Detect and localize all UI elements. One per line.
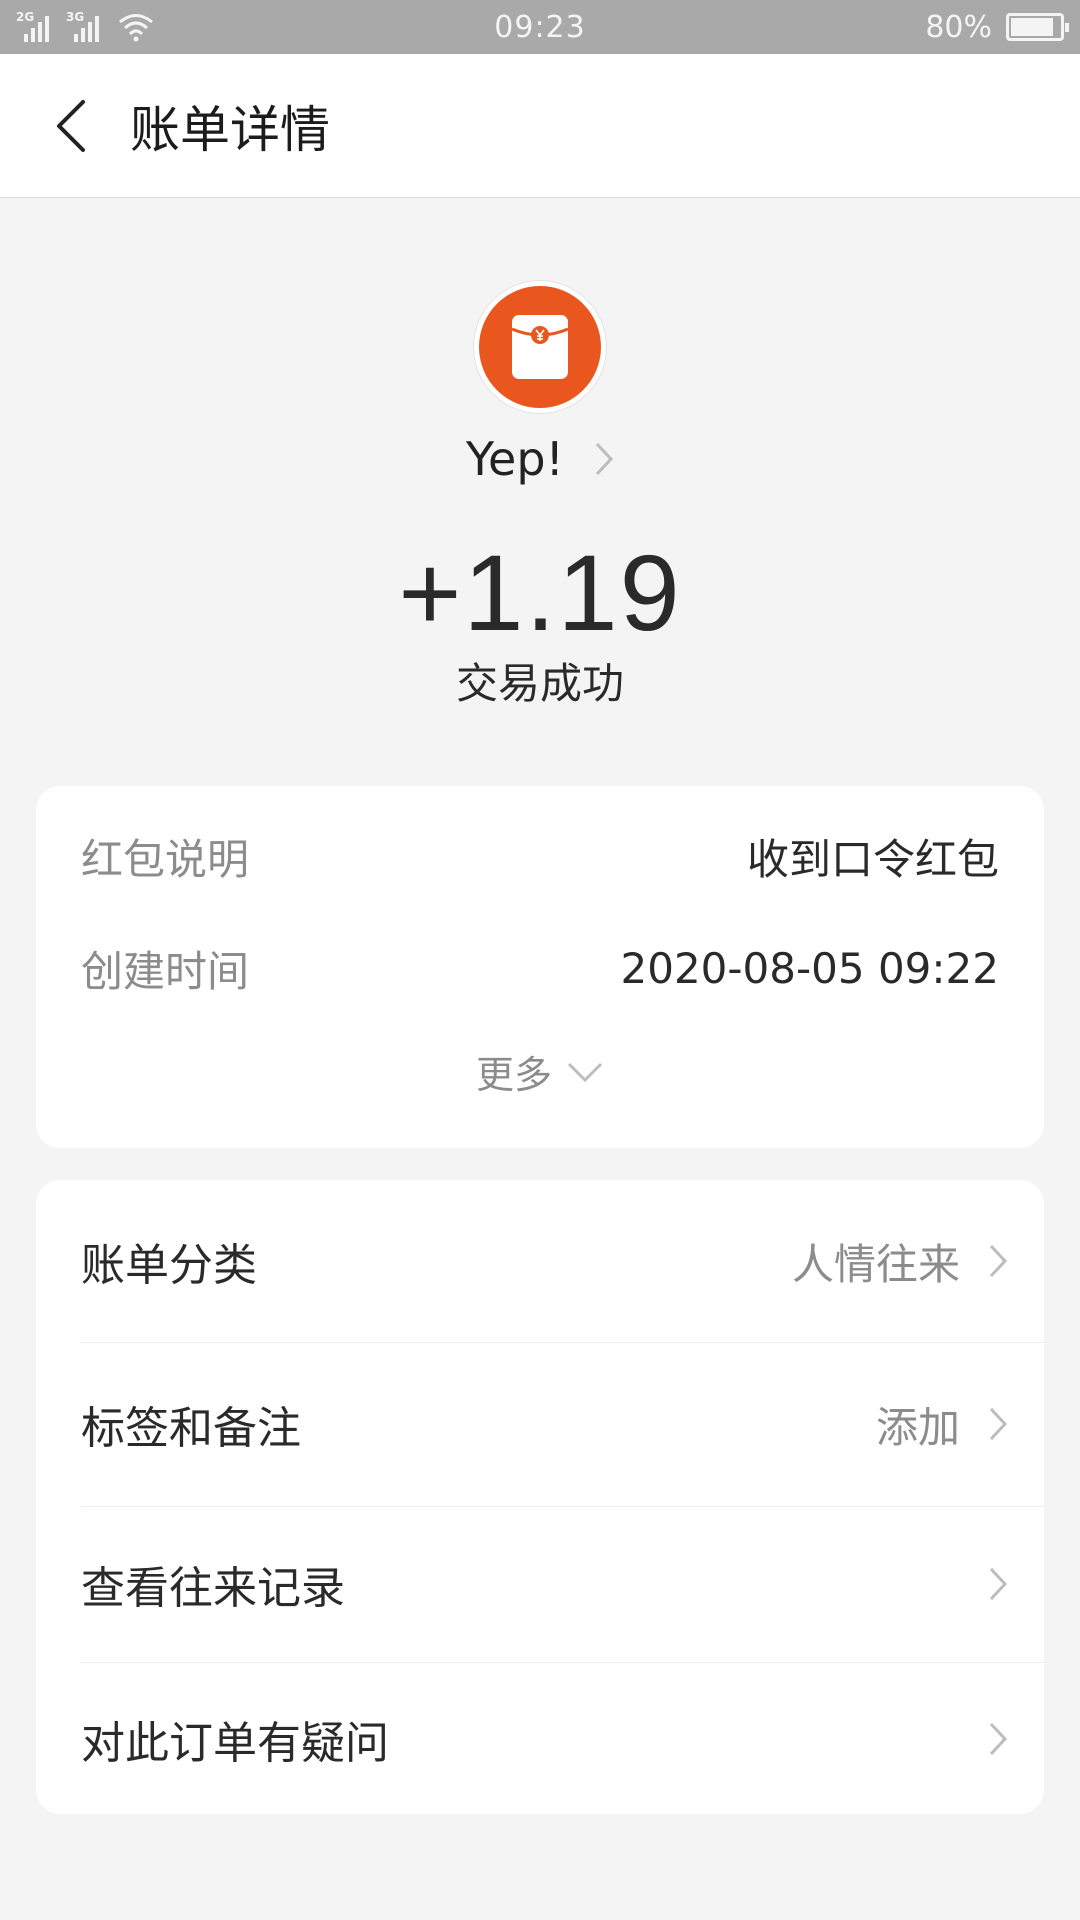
chevron-right-icon — [595, 442, 614, 476]
more-button[interactable]: 更多 — [36, 1044, 1044, 1099]
view-records-row[interactable]: 查看往来记录 — [36, 1507, 1044, 1661]
status-bar: 2G 3G 09:23 80% — [0, 0, 1080, 54]
back-arrow-icon — [57, 99, 85, 152]
chevron-right-icon — [989, 1722, 1008, 1755]
detail-value: 收到口令红包 — [746, 835, 999, 884]
signal-2g-icon: 2G — [16, 10, 56, 42]
details-card: 红包说明 收到口令红包 创建时间 2020-08-05 09:22 更多 — [36, 786, 1044, 1148]
amount: +1.19 — [398, 532, 682, 653]
payer-row[interactable]: Yep! — [0, 432, 1080, 486]
battery-percent: 80% — [925, 9, 992, 45]
order-question-row[interactable]: 对此订单有疑问 — [36, 1663, 1044, 1814]
actions-card: 账单分类 人情往来 标签和备注 添加 查看往来记录 对此订单有疑问 — [36, 1180, 1044, 1814]
header: 账单详情 — [0, 54, 1080, 198]
status-right: 80% — [925, 9, 1069, 45]
signal-3g-icon: 3G — [66, 10, 106, 42]
chevron-down-icon — [567, 1062, 603, 1082]
wifi-icon — [119, 14, 153, 42]
status-time: 09:23 — [494, 9, 586, 45]
list-value: 人情往来 — [791, 1239, 960, 1289]
detail-row-description: 红包说明 收到口令红包 — [81, 826, 999, 887]
chevron-right-icon — [989, 1567, 1008, 1601]
bill-category-row[interactable]: 账单分类 人情往来 — [36, 1180, 1044, 1342]
list-label: 对此订单有疑问 — [81, 1717, 389, 1769]
more-label: 更多 — [475, 1053, 552, 1097]
list-value: 添加 — [875, 1402, 960, 1452]
avatar[interactable] — [473, 280, 607, 414]
list-label: 标签和备注 — [81, 1403, 301, 1454]
detail-row-created-time: 创建时间 2020-08-05 09:22 — [81, 938, 999, 999]
battery-fill — [1011, 18, 1053, 36]
chevron-right-icon — [989, 1244, 1008, 1278]
payer-name: Yep! — [466, 432, 564, 486]
page-title: 账单详情 — [130, 100, 330, 159]
transaction-status: 交易成功 — [455, 659, 624, 708]
list-label: 查看往来记录 — [81, 1563, 345, 1614]
back-button[interactable] — [40, 96, 100, 156]
detail-label: 创建时间 — [81, 947, 250, 996]
chevron-right-icon — [989, 1407, 1008, 1441]
list-label: 账单分类 — [81, 1240, 257, 1291]
red-envelope-icon — [479, 286, 601, 408]
tags-notes-row[interactable]: 标签和备注 添加 — [36, 1343, 1044, 1505]
status-left: 2G 3G — [16, 10, 156, 42]
detail-value: 2020-08-05 09:22 — [620, 944, 999, 993]
detail-label: 红包说明 — [81, 835, 250, 884]
battery-icon — [1006, 13, 1069, 41]
